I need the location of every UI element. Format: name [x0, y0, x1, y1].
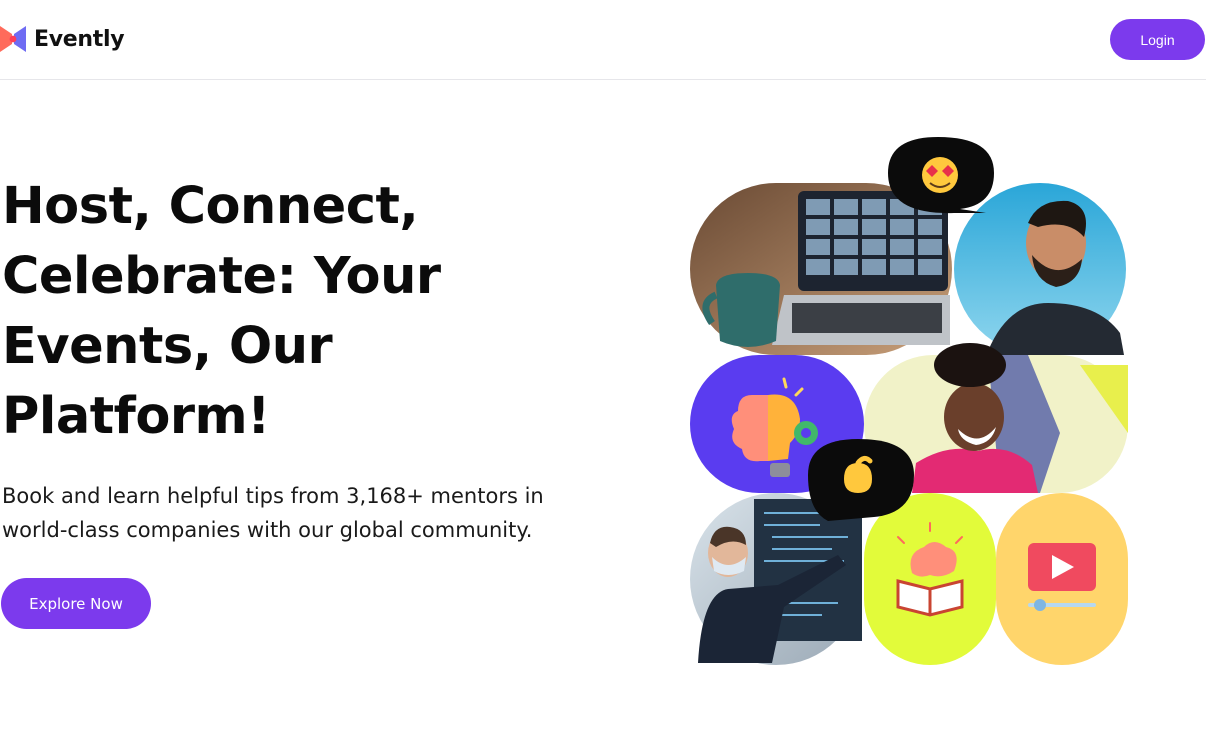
hero-title-line: Platform!	[2, 387, 270, 446]
hero-title-line: Events, Our	[2, 317, 333, 376]
pinched-fingers-bubble	[808, 439, 914, 521]
hero-title-line: Celebrate: Your	[2, 247, 441, 306]
explore-now-button[interactable]: Explore Now	[1, 578, 151, 629]
heart-eyes-emoji	[922, 157, 958, 193]
smiling-man-photo	[954, 183, 1126, 355]
hero-title-line: Host, Connect,	[2, 177, 419, 236]
hero-title: Host, Connect, Celebrate: Your Events, O…	[2, 172, 522, 452]
evently-logo-icon	[0, 26, 26, 52]
hero-subtitle-line: Book and learn helpful tips from 3,168+ …	[2, 484, 544, 508]
brain-book-icon	[864, 493, 996, 665]
brand-logo[interactable]: Evently	[0, 24, 125, 54]
login-button[interactable]: Login	[1110, 19, 1205, 60]
navbar: Evently Login	[0, 0, 1206, 80]
hero-subtitle: Book and learn helpful tips from 3,168+ …	[2, 479, 602, 547]
hero-subtitle-line: world-class companies with our global co…	[2, 518, 533, 542]
heart-eyes-bubble	[888, 137, 994, 214]
video-player-icon	[996, 493, 1128, 665]
brand-name: Evently	[34, 26, 125, 52]
laptop-video-call-photo	[690, 183, 952, 355]
hero-collage	[688, 133, 1130, 667]
